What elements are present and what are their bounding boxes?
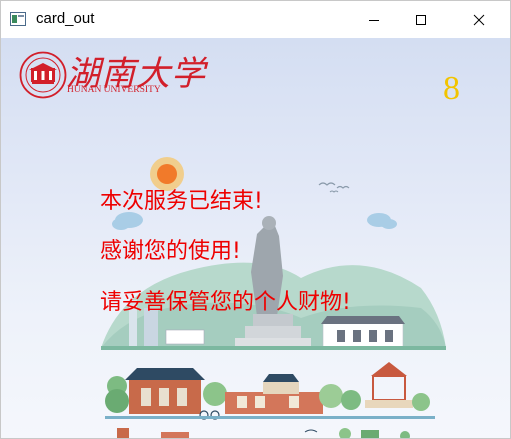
university-name-english: HUNAN UNIVERSITY: [67, 85, 161, 95]
countdown-timer: 8: [443, 70, 460, 107]
app-icon: [10, 12, 26, 26]
campus-illustration: [101, 157, 446, 438]
sun: [157, 164, 177, 184]
minimize-button[interactable]: [351, 1, 397, 38]
thank-you-message: 感谢您的使用!: [100, 239, 241, 264]
title-bar[interactable]: card_out: [1, 1, 510, 38]
maximize-icon: [416, 14, 426, 25]
content-area: 湖南大学 HUNAN UNIVERSITY 8 本次服务已结束! 感谢您的使用!…: [1, 38, 510, 438]
minimize-icon: [369, 19, 379, 21]
close-button[interactable]: [456, 1, 502, 38]
app-window: card_out 湖南大学 HUNAN UNIVERSITY 8 本次服务已结束…: [0, 0, 511, 439]
close-icon: [473, 14, 485, 25]
service-ended-message: 本次服务已结束!: [100, 189, 263, 214]
window-title: card_out: [36, 10, 95, 27]
belongings-reminder-message: 请妥善保管您的个人财物!: [100, 290, 351, 315]
maximize-button[interactable]: [398, 1, 444, 38]
university-seal-icon: [19, 51, 67, 99]
